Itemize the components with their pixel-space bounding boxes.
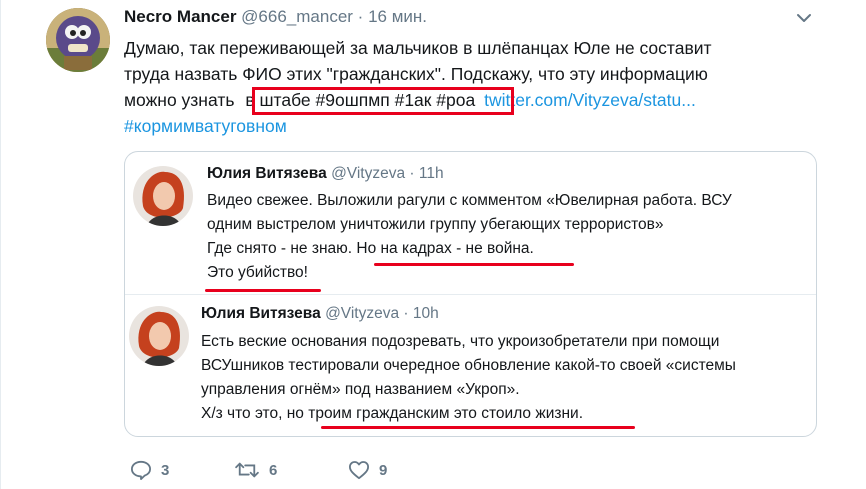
- reply-line: Х/з что это, но троим гражданским это ст…: [201, 402, 801, 426]
- reply-line: управления огнём» под названием «Укроп».: [201, 381, 520, 398]
- reply-line: ВСУшников тестировали очередное обновлен…: [201, 357, 736, 374]
- retweet-icon: [235, 462, 259, 478]
- reply-author-avatar[interactable]: [129, 306, 189, 366]
- underlined-text: Но на кадрах - не война.: [356, 240, 534, 257]
- thread-divider: [125, 294, 816, 295]
- hashtag-link[interactable]: #кормимватуговном: [124, 113, 824, 139]
- like-button[interactable]: 9: [348, 460, 387, 480]
- reply-button[interactable]: 3: [130, 460, 169, 480]
- tweet-link[interactable]: twitter.com/Vityzeva/statu...: [484, 90, 696, 110]
- tweet-header: Necro Mancer @666_mancer · 16 мин.: [124, 7, 427, 27]
- quote-author-avatar[interactable]: [133, 166, 193, 226]
- timeline-left-border: [0, 0, 1, 489]
- quote-author-name[interactable]: Юлия Витязева: [207, 165, 327, 182]
- reply-author-name[interactable]: Юлия Витязева: [201, 305, 321, 322]
- red-underline: [205, 289, 321, 292]
- quote-author-handle[interactable]: @Vityzeva: [331, 165, 405, 182]
- quote-line-text: Где снято - не знаю.: [207, 240, 353, 257]
- quote-line: одним выстрелом уничтожили группу убегаю…: [207, 216, 664, 233]
- red-highlight-box: [252, 87, 514, 115]
- heart-icon: [348, 461, 369, 480]
- author-avatar[interactable]: [46, 8, 110, 72]
- quote-text: Видео свежее. Выложили рагули с комменто…: [207, 189, 807, 285]
- reply-header: Юлия Витязева @Vityzeva · 10h: [201, 305, 439, 323]
- timestamp[interactable]: 16 мин.: [368, 7, 427, 26]
- underlined-text: троим гражданским это стоило жизни.: [308, 405, 583, 422]
- red-underline: [321, 426, 635, 429]
- reply-timestamp[interactable]: 10h: [413, 305, 439, 322]
- author-name[interactable]: Necro Mancer: [124, 7, 236, 26]
- reply-line: Есть веские основания подозревать, что у…: [201, 333, 720, 350]
- retweet-button[interactable]: 6: [234, 460, 277, 480]
- tweet-line: труда назвать ФИО этих "гражданских". По…: [124, 64, 708, 84]
- separator-dot: ·: [403, 305, 409, 322]
- author-handle[interactable]: @666_mancer: [241, 7, 353, 26]
- reply-icon: [131, 460, 151, 480]
- chevron-down-icon[interactable]: [796, 12, 812, 24]
- quoted-tweet-card[interactable]: Юлия Витязева @Vityzeva · 11h Видео свеж…: [124, 151, 817, 437]
- quote-line: Где снято - не знаю. Но на кадрах - не в…: [207, 237, 807, 261]
- quote-timestamp[interactable]: 11h: [419, 165, 444, 182]
- tweet-line: Думаю, так переживающей за мальчиков в ш…: [124, 38, 712, 58]
- reply-text: Есть веские основания подозревать, что у…: [201, 330, 801, 426]
- retweet-count: 6: [269, 461, 278, 479]
- separator-dot: ·: [409, 165, 415, 182]
- reply-line-text: Х/з что это, но: [201, 405, 304, 422]
- separator-dot: ·: [357, 7, 364, 26]
- quote-line: Видео свежее. Выложили рагули с комменто…: [207, 192, 732, 209]
- quote-header: Юлия Витязева @Vityzeva · 11h: [207, 165, 444, 183]
- like-count: 9: [379, 461, 388, 479]
- red-underline: [374, 263, 574, 266]
- reply-count: 3: [161, 461, 170, 479]
- reply-author-handle[interactable]: @Vityzeva: [325, 305, 399, 322]
- tweet-line-text: можно узнать: [124, 90, 235, 110]
